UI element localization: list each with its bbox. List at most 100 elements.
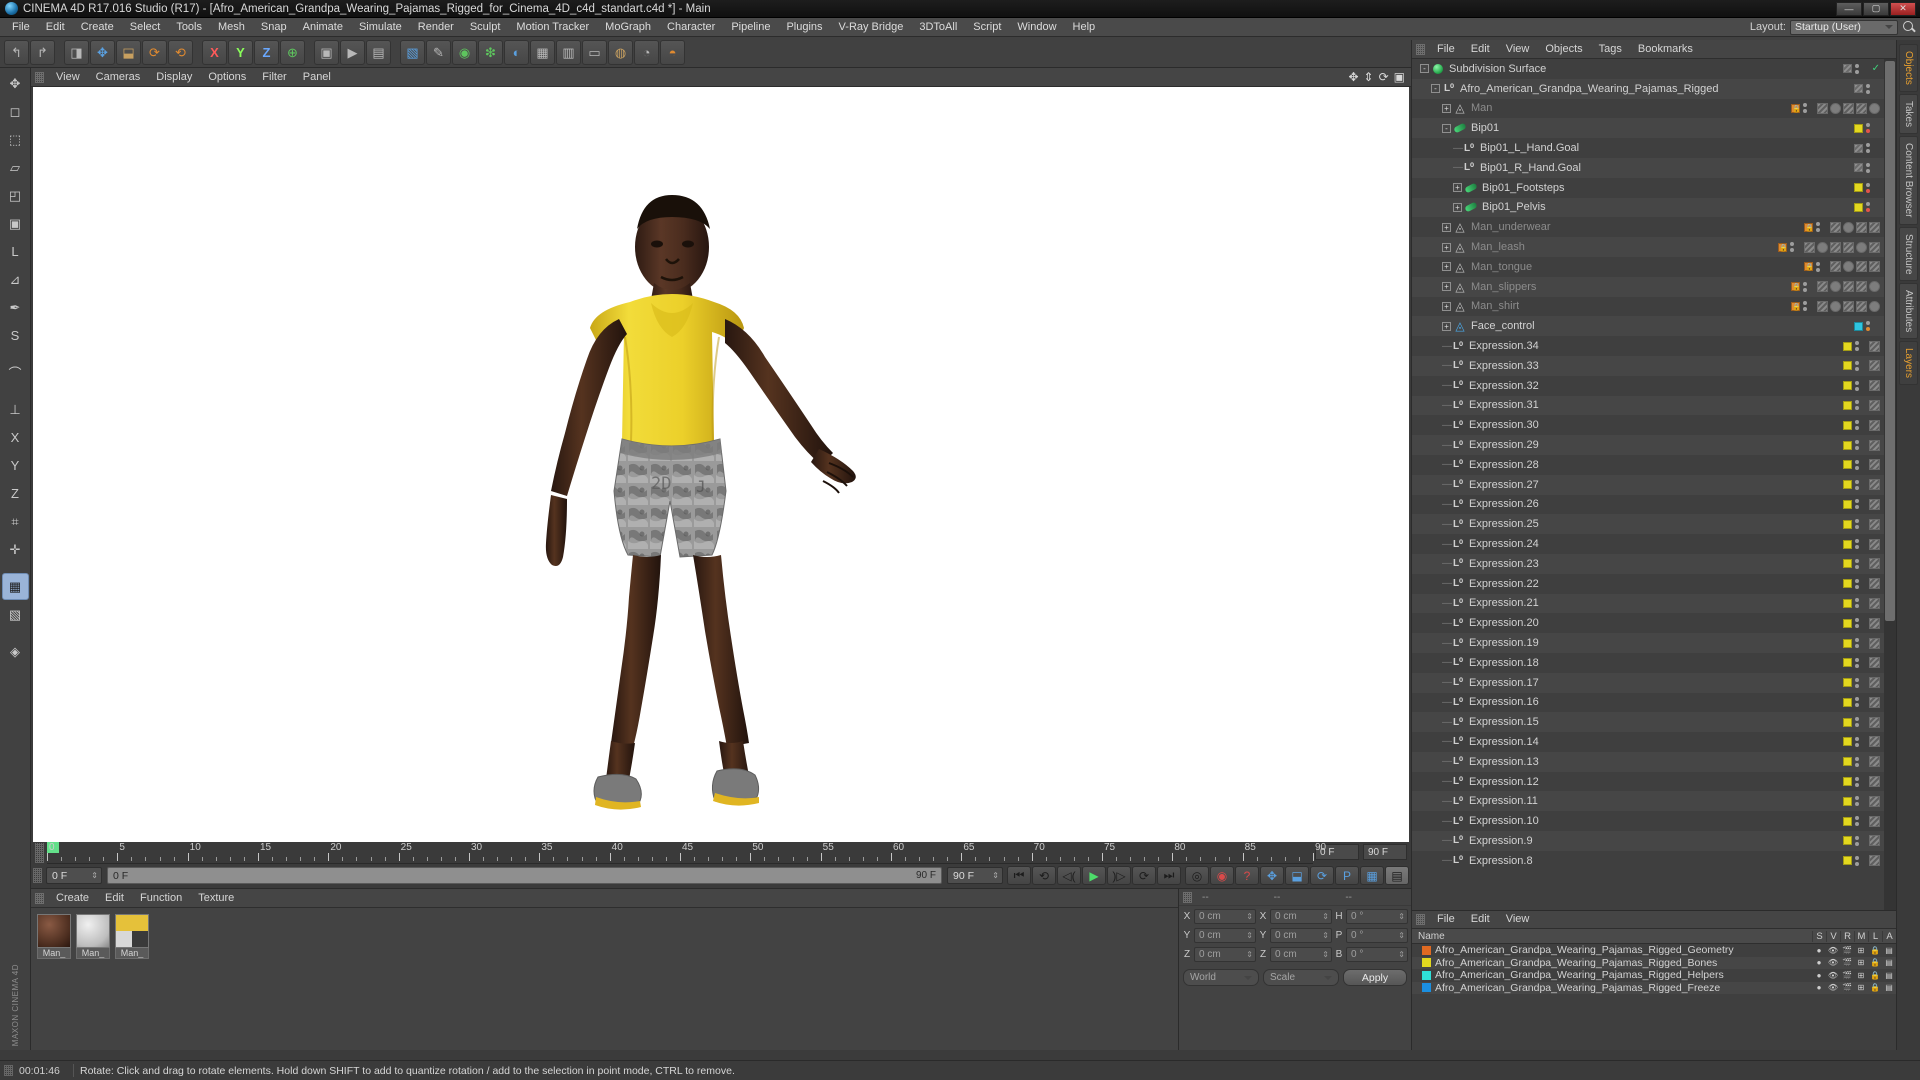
generator-menu[interactable]: ◉: [452, 39, 477, 65]
object-tag-icon[interactable]: [1869, 677, 1880, 689]
visibility-editor-dot[interactable]: [1866, 143, 1870, 148]
spinner-icon[interactable]: ⇕: [1322, 931, 1331, 940]
layer-column-R[interactable]: R: [1840, 930, 1854, 942]
material-menu-edit[interactable]: Edit: [97, 889, 132, 908]
model-mode-tool[interactable]: ▣: [2, 210, 29, 237]
object-tag-icon[interactable]: [1869, 518, 1880, 530]
visibility-editor-dot[interactable]: [1855, 400, 1859, 405]
visibility-editor-dot[interactable]: [1803, 103, 1807, 108]
object-row[interactable]: — L⁰ Expression.22: [1412, 574, 1884, 594]
object-menu-view[interactable]: View: [1498, 40, 1538, 59]
viewport-menu-view[interactable]: View: [48, 68, 88, 87]
object-tag-icon[interactable]: [1869, 380, 1880, 392]
layer-color-swatch[interactable]: [1843, 341, 1852, 351]
visibility-editor-dot[interactable]: [1855, 360, 1859, 365]
object-tag-icon[interactable]: [1817, 300, 1828, 312]
render-view-button[interactable]: ▣: [314, 39, 339, 65]
coordinate-system-select[interactable]: World: [1183, 969, 1259, 986]
environment-menu[interactable]: ◐: [504, 39, 529, 65]
object-tag-icon[interactable]: [1869, 300, 1880, 312]
layer-color-swatch[interactable]: [1843, 440, 1852, 450]
object-tag-icon[interactable]: [1869, 498, 1880, 510]
object-row[interactable]: — L⁰ Bip01_R_Hand.Goal: [1412, 157, 1884, 178]
object-row[interactable]: — L⁰ Expression.21: [1412, 593, 1884, 614]
object-tag-icon[interactable]: [1869, 795, 1880, 807]
layer-color-swatch[interactable]: [1843, 559, 1852, 569]
object-tag-icon[interactable]: [1804, 241, 1815, 253]
visibility-render-dot[interactable]: [1855, 841, 1859, 846]
visibility-editor-dot[interactable]: [1855, 578, 1859, 583]
end-frame-field[interactable]: 90 F ⇕: [947, 867, 1003, 884]
visibility-render-dot[interactable]: [1803, 109, 1807, 114]
material-item[interactable]: Man_: [76, 914, 110, 959]
current-frame-field[interactable]: 0 F ⇕: [46, 867, 102, 884]
coord-input[interactable]: 0 cm ⇕: [1194, 928, 1256, 943]
render-icon[interactable]: 🎬: [1840, 983, 1854, 992]
visibility-editor-dot[interactable]: [1855, 479, 1859, 484]
coord-input[interactable]: 0 cm ⇕: [1270, 947, 1332, 962]
snap-toggle[interactable]: S: [2, 322, 29, 349]
tree-expander-icon[interactable]: +: [1442, 282, 1451, 292]
live-selection-tool[interactable]: ◨: [64, 39, 89, 65]
object-tag-icon[interactable]: [1869, 399, 1880, 411]
object-menu-bookmarks[interactable]: Bookmarks: [1630, 40, 1701, 59]
object-row[interactable]: — L⁰ Expression.11: [1412, 791, 1884, 812]
visibility-editor-dot[interactable]: [1855, 638, 1859, 642]
object-tag-icon[interactable]: [1843, 300, 1854, 312]
visibility-editor-dot[interactable]: [1855, 736, 1859, 741]
visibility-editor-dot[interactable]: [1855, 539, 1859, 544]
layer-color-swatch[interactable]: [1843, 816, 1852, 826]
visibility-render-dot[interactable]: [1855, 822, 1859, 827]
material-grip-icon[interactable]: [35, 892, 44, 904]
layer-color-swatch[interactable]: [1843, 658, 1852, 668]
layer-color-swatch[interactable]: [1843, 638, 1852, 648]
zoom-icon[interactable]: ⇕: [1364, 70, 1374, 84]
object-row[interactable]: — L⁰ Expression.18: [1412, 653, 1884, 673]
visibility-render-dot[interactable]: [1866, 149, 1870, 154]
camera-menu[interactable]: ▦: [530, 39, 555, 65]
point-mode-tool[interactable]: ⬚: [2, 126, 29, 153]
layer-color-swatch[interactable]: [1422, 945, 1431, 955]
layer-color-swatch[interactable]: [1843, 400, 1852, 410]
object-tag-icon[interactable]: [1830, 281, 1841, 293]
coord-input[interactable]: 0 cm ⇕: [1194, 909, 1256, 924]
object-tag-icon[interactable]: [1856, 241, 1867, 253]
spline-pen-menu[interactable]: ✎: [426, 39, 451, 65]
spinner-icon[interactable]: ⇕: [91, 871, 101, 880]
material-item[interactable]: Man_: [115, 914, 149, 959]
object-tree[interactable]: - Subdivision Surface ✓ - L⁰ Afro_American_Gr…: [1412, 59, 1884, 910]
tree-expander-icon[interactable]: +: [1442, 301, 1451, 311]
menu-3dtoall[interactable]: 3DToAll: [911, 18, 965, 37]
visible-eye-icon[interactable]: 👁: [1826, 971, 1840, 980]
layer-color-swatch[interactable]: [1854, 202, 1863, 212]
menu-tools[interactable]: Tools: [168, 18, 210, 37]
object-tag-icon[interactable]: [1869, 815, 1880, 827]
tree-expander-icon[interactable]: +: [1442, 242, 1451, 252]
object-tag-icon[interactable]: [1856, 102, 1867, 114]
move-tool[interactable]: ✥: [90, 39, 115, 65]
layer-row[interactable]: Afro_American_Grandpa_Wearing_Pajamas_Ri…: [1412, 981, 1896, 994]
status-grip-icon[interactable]: [4, 1065, 13, 1076]
object-tag-icon[interactable]: [1830, 102, 1841, 114]
layer-color-swatch[interactable]: [1843, 539, 1852, 549]
object-tag-icon[interactable]: [1869, 756, 1880, 768]
tree-expander-icon[interactable]: -: [1442, 123, 1451, 133]
object-menu-file[interactable]: File: [1429, 40, 1463, 59]
object-row[interactable]: + ◬ Man 🔒: [1412, 99, 1884, 119]
visibility-editor-dot[interactable]: [1855, 440, 1859, 445]
unlocked-icon[interactable]: 🔒: [1868, 958, 1882, 967]
visibility-render-dot[interactable]: [1855, 564, 1859, 569]
axis-lock-y[interactable]: Y: [2, 452, 29, 479]
close-button[interactable]: ✕: [1890, 1, 1916, 16]
object-manager-scrollbar[interactable]: [1884, 59, 1896, 910]
minimize-button[interactable]: —: [1836, 1, 1862, 16]
layer-color-swatch[interactable]: [1843, 717, 1852, 727]
right-tab-objects[interactable]: Objects: [1899, 44, 1918, 92]
position-key-toggle[interactable]: ✥: [1260, 866, 1284, 885]
tree-expander-icon[interactable]: +: [1453, 202, 1462, 212]
visibility-render-dot[interactable]: [1866, 168, 1870, 173]
object-tag-icon[interactable]: [1869, 340, 1880, 352]
visibility-editor-dot[interactable]: [1855, 677, 1859, 682]
visibility-editor-dot[interactable]: [1803, 281, 1807, 286]
visibility-editor-dot[interactable]: [1855, 835, 1859, 840]
